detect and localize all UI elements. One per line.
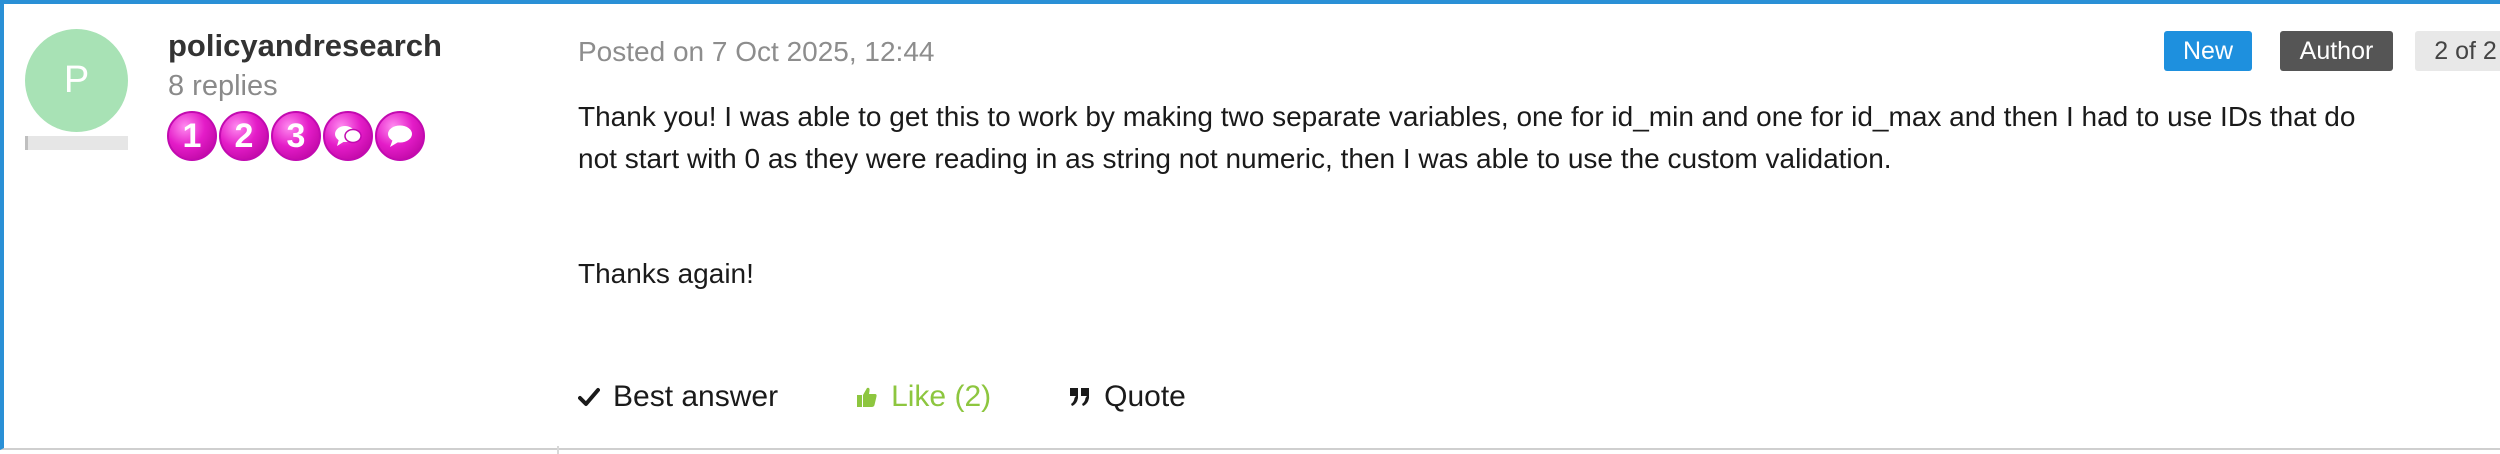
reply-count: 8 replies: [168, 70, 278, 102]
like-label: Like (2): [891, 380, 992, 413]
checkmark-icon: [578, 387, 600, 407]
avatar-letter: P: [63, 59, 90, 101]
thumbs-up-icon: [856, 386, 878, 408]
best-answer-label: Best answer: [613, 380, 779, 413]
speech-bubble-badge-icon[interactable]: [375, 111, 425, 161]
quote-icon: [1069, 387, 1091, 407]
user-badges: 1 2 3: [167, 111, 427, 161]
post-timestamp: Posted on 7 Oct 2025, 12:44: [578, 36, 935, 67]
rank-badge-1-icon[interactable]: 1: [167, 111, 217, 161]
speech-bubbles-badge-icon[interactable]: [323, 111, 373, 161]
quote-button[interactable]: Quote: [1069, 380, 1186, 414]
author-tag: Author: [2280, 31, 2393, 71]
new-tag: New: [2164, 31, 2252, 71]
forum-post: P policyandresearch 8 replies 1 2 3 Post…: [0, 0, 2500, 454]
post-position-tag[interactable]: 2 of 2: [2415, 31, 2500, 71]
post-actions: Best answer Like (2) Quote: [578, 380, 1186, 414]
best-answer-button[interactable]: Best answer: [578, 380, 778, 414]
post-body: Thank you! I was able to get this to wor…: [578, 96, 2358, 295]
post-paragraph: Thank you! I was able to get this to wor…: [578, 101, 2356, 174]
column-divider: [557, 446, 559, 454]
user-status-bar: [25, 136, 128, 150]
quote-label: Quote: [1104, 380, 1186, 413]
rank-badge-3-icon[interactable]: 3: [271, 111, 321, 161]
avatar[interactable]: P: [25, 29, 128, 132]
rank-badge-2-icon[interactable]: 2: [219, 111, 269, 161]
post-paragraph: Thanks again!: [578, 258, 754, 289]
like-button[interactable]: Like (2): [856, 380, 991, 414]
username-link[interactable]: policyandresearch: [168, 28, 442, 64]
